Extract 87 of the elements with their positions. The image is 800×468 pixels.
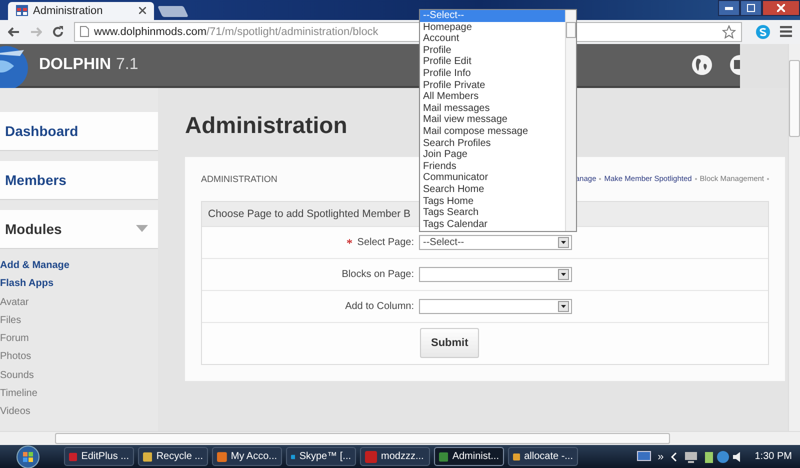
dropdown-option[interactable]: --Select-- xyxy=(420,10,565,22)
page-title: Administration xyxy=(185,112,348,140)
app-icon xyxy=(513,450,520,462)
sidebar-link[interactable]: Forum xyxy=(0,330,29,348)
app-icon xyxy=(69,450,78,462)
restore-icon xyxy=(747,4,755,12)
sidebar-link[interactable]: Photos xyxy=(0,348,32,367)
reload-icon[interactable] xyxy=(52,26,64,38)
select-field[interactable]: --Select-- xyxy=(419,234,572,250)
dropdown-option[interactable]: Profile Edit xyxy=(420,56,565,68)
select-field[interactable] xyxy=(419,266,572,282)
dropdown-option[interactable]: Profile xyxy=(420,44,565,56)
monitor-icon[interactable] xyxy=(636,450,651,462)
site-logo-text: DOLPHIN xyxy=(39,56,111,74)
select-field[interactable] xyxy=(419,298,572,314)
computer-icon[interactable] xyxy=(684,450,698,462)
dropdown-option[interactable]: Search Profiles xyxy=(420,138,565,150)
dropdown-option[interactable]: Profile Private xyxy=(420,80,565,92)
taskbar-item[interactable]: Recycle ... xyxy=(138,447,208,466)
minimize-button[interactable] xyxy=(718,0,740,16)
field-label: Select Page: xyxy=(357,236,414,248)
minimize-icon xyxy=(725,6,733,10)
dropdown-option[interactable]: Mail messages xyxy=(420,102,565,114)
menu-icon[interactable] xyxy=(780,26,792,38)
start-button-icon[interactable] xyxy=(16,444,40,468)
close-icon xyxy=(777,4,785,12)
taskbar-item[interactable]: Skype™ [... xyxy=(286,447,356,466)
dropdown-option[interactable]: All Members xyxy=(420,91,565,103)
dropdown-option[interactable]: Mail compose message xyxy=(420,126,565,138)
dropdown-option[interactable]: Communicator xyxy=(420,172,565,184)
dropdown-option[interactable]: Tags Home xyxy=(420,196,565,208)
dropdown-option[interactable]: Join Page xyxy=(420,149,565,161)
sidebar-link[interactable]: Files xyxy=(0,312,22,330)
form-title: Choose Page to add Spotlighted Member B xyxy=(208,208,411,220)
app-icon xyxy=(143,450,152,462)
dropdown-option[interactable]: Friends xyxy=(420,160,565,172)
app-icon xyxy=(365,450,377,462)
clock: 1:30 PM xyxy=(754,451,792,462)
sidebar-card[interactable]: Dashboard xyxy=(0,112,158,151)
grid-icon xyxy=(16,5,28,16)
vertical-scrollbar[interactable] xyxy=(788,44,800,432)
close-icon[interactable] xyxy=(139,7,146,14)
url-path: /71/m/spotlight/administration/block xyxy=(206,26,378,38)
sidebar-card[interactable]: Modules xyxy=(0,210,158,249)
page-icon xyxy=(80,26,89,38)
skype-icon[interactable] xyxy=(756,24,770,39)
version-text: 7.1 xyxy=(116,56,138,74)
new-tab-button[interactable] xyxy=(157,6,189,17)
dropdown-option[interactable]: Tags Search xyxy=(420,207,565,219)
dropdown-option[interactable]: Account xyxy=(420,33,565,45)
overflow-button[interactable]: » xyxy=(658,450,664,462)
horizontal-scrollbar[interactable] xyxy=(0,431,800,445)
url-host: www.dolphinmods.com xyxy=(94,26,206,38)
dropdown-option[interactable]: Tags Calendar xyxy=(420,218,565,230)
dropdown-option[interactable]: Mail view message xyxy=(420,114,565,126)
sidebar-link[interactable]: Flash Apps xyxy=(0,275,54,294)
taskbar-item[interactable]: Administ... xyxy=(434,447,504,466)
sidebar-card[interactable]: Members xyxy=(0,160,158,200)
sidebar-link[interactable]: Add & Manage xyxy=(0,256,70,276)
globe-icon[interactable] xyxy=(691,54,713,76)
sidebar-link[interactable]: Sounds xyxy=(0,366,34,385)
list-scrollbar[interactable] xyxy=(565,10,576,231)
taskbar-item[interactable]: EditPlus ... xyxy=(64,447,134,466)
sidebar-link[interactable]: Avatar xyxy=(0,294,29,312)
field-label: Add to Column: xyxy=(345,300,414,312)
field-label: Blocks on Page: xyxy=(342,268,414,280)
star-icon[interactable] xyxy=(722,24,736,39)
submit-button[interactable]: Submit xyxy=(420,328,480,358)
browser-tab[interactable]: Administration xyxy=(8,2,154,20)
tab-title: Administration xyxy=(33,4,104,17)
taskbar-item[interactable]: modzzz... xyxy=(360,447,430,466)
app-icon xyxy=(217,450,227,462)
dropdown-option[interactable]: Profile Info xyxy=(420,68,565,80)
caret-icon xyxy=(136,225,148,232)
taskbar-item[interactable]: My Acco... xyxy=(212,447,282,466)
dropdown-option[interactable]: Homepage xyxy=(420,22,565,34)
globe-logo-icon[interactable] xyxy=(0,44,30,88)
app-icon xyxy=(439,450,448,462)
panel-heading: ADMINISTRATION xyxy=(201,174,278,184)
dropdown-option[interactable]: Search Home xyxy=(420,184,565,196)
taskbar-item[interactable]: allocate -... xyxy=(508,447,578,466)
chevron-left-icon[interactable] xyxy=(670,452,677,462)
sidebar-link[interactable]: Videos xyxy=(0,403,30,422)
close-button[interactable] xyxy=(762,0,800,16)
back-icon[interactable] xyxy=(8,26,20,37)
maximize-button[interactable] xyxy=(740,0,762,16)
sidebar-link[interactable]: Timeline xyxy=(0,384,38,404)
